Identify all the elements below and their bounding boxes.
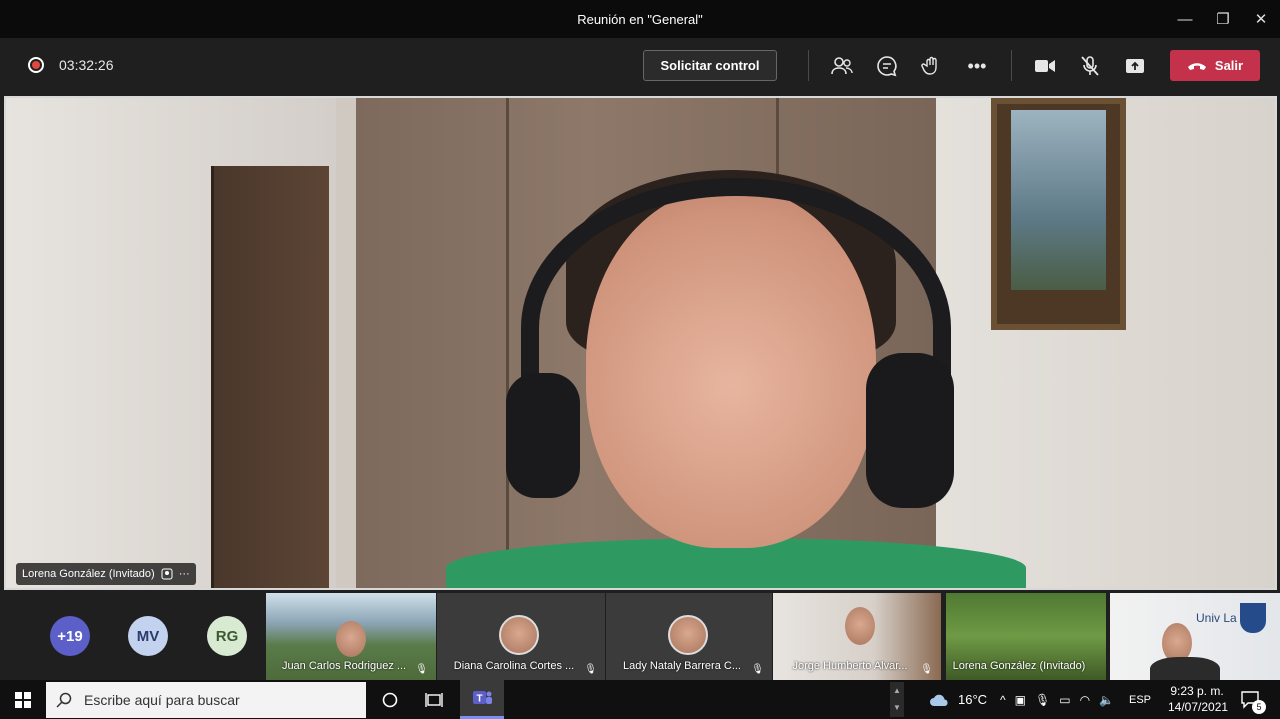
taskbar-scroll[interactable]: ▲ ▼ bbox=[890, 682, 904, 717]
maximize-button[interactable]: ❐ bbox=[1204, 0, 1242, 38]
taskbar-clock[interactable]: 9:23 p. m. 14/07/2021 bbox=[1168, 683, 1229, 715]
weather-temperature: 16°C bbox=[958, 692, 988, 707]
chat-button[interactable] bbox=[874, 53, 900, 79]
toolbar-divider bbox=[1011, 50, 1012, 81]
participant-tile[interactable]: Lady Nataly Barrera C... 🎙 bbox=[606, 593, 772, 680]
speaker-video bbox=[506, 158, 954, 588]
taskbar-search[interactable]: Escribe aquí para buscar bbox=[46, 682, 366, 718]
participant-name: Lady Nataly Barrera C... bbox=[623, 660, 741, 672]
svg-text:T: T bbox=[476, 694, 482, 705]
self-video-body bbox=[1150, 657, 1220, 680]
task-view-button[interactable] bbox=[412, 680, 456, 719]
mic-muted-icon: 🎙 bbox=[751, 664, 764, 675]
guest-icon bbox=[161, 568, 173, 580]
participant-tile[interactable]: Diana Carolina Cortes ... 🎙 bbox=[437, 593, 605, 680]
more-actions-button[interactable]: ••• bbox=[964, 53, 990, 79]
camera-button[interactable] bbox=[1032, 53, 1058, 79]
mic-muted-icon: 🎙 bbox=[415, 664, 428, 675]
background-door bbox=[211, 166, 329, 588]
notification-count-badge: 5 bbox=[1252, 700, 1266, 714]
window-controls: — ❐ ✕ bbox=[1166, 0, 1280, 38]
clock-time: 9:23 p. m. bbox=[1170, 684, 1224, 698]
avatar[interactable]: MV bbox=[128, 616, 168, 656]
window-title: Reunión en "General" bbox=[577, 11, 703, 27]
notification-center-button[interactable]: 5 bbox=[1240, 680, 1266, 719]
speaker-more-button[interactable]: ··· bbox=[179, 568, 190, 580]
chat-icon bbox=[877, 56, 897, 77]
search-icon bbox=[56, 692, 72, 708]
university-shield-icon bbox=[1240, 603, 1266, 633]
share-tray-icon bbox=[1126, 59, 1144, 73]
minimize-button[interactable]: — bbox=[1166, 0, 1204, 38]
reactions-button[interactable] bbox=[919, 53, 945, 79]
windows-logo-icon bbox=[15, 691, 31, 708]
close-button[interactable]: ✕ bbox=[1242, 0, 1280, 38]
self-video-tile[interactable]: Univ La S bbox=[1110, 593, 1280, 680]
hang-up-icon bbox=[1187, 62, 1206, 70]
participant-name: Juan Carlos Rodriguez ... bbox=[281, 660, 407, 672]
input-language[interactable]: ESP bbox=[1129, 694, 1151, 706]
teams-taskbar-button[interactable]: T bbox=[460, 680, 504, 719]
cortana-button[interactable] bbox=[368, 680, 412, 719]
more-participants-badge[interactable]: +19 bbox=[50, 616, 90, 656]
mic-off-icon bbox=[1081, 56, 1099, 76]
participant-name: Diana Carolina Cortes ... bbox=[453, 660, 575, 672]
start-button[interactable] bbox=[0, 680, 46, 719]
search-placeholder: Escribe aquí para buscar bbox=[84, 692, 240, 708]
recording-icon bbox=[28, 57, 44, 73]
cortana-icon bbox=[382, 692, 398, 707]
clock-date: 14/07/2021 bbox=[1168, 700, 1229, 714]
participants-button[interactable] bbox=[829, 53, 855, 79]
mic-muted-icon: 🎙 bbox=[920, 664, 933, 675]
raise-hand-icon bbox=[921, 56, 937, 75]
toolbar-divider bbox=[808, 50, 809, 81]
speaker-name: Lorena González (Invitado) bbox=[22, 568, 155, 580]
video-camera-icon bbox=[1035, 60, 1055, 72]
leave-button[interactable]: Salir bbox=[1170, 50, 1260, 81]
meeting-timer: 03:32:26 bbox=[59, 57, 114, 73]
main-video-stage[interactable]: Lorena González (Invitado) ··· bbox=[4, 96, 1277, 590]
leave-label: Salir bbox=[1214, 58, 1244, 73]
participant-strip: +19 MV RG Juan Carlos Rodriguez ... 🎙 Di… bbox=[0, 592, 1280, 680]
chevron-up-icon[interactable]: ^ bbox=[1000, 693, 1006, 707]
share-screen-button[interactable] bbox=[1122, 53, 1148, 79]
title-bar: Reunión en "General" — ❐ ✕ bbox=[0, 0, 1280, 38]
cloud-icon bbox=[930, 694, 948, 706]
mute-button[interactable] bbox=[1077, 53, 1103, 79]
participant-tile[interactable]: Juan Carlos Rodriguez ... 🎙 bbox=[266, 593, 436, 680]
background-painting bbox=[991, 98, 1126, 330]
meeting-toolbar: 03:32:26 Solicitar control ••• Salir bbox=[0, 38, 1280, 96]
microphone-icon[interactable]: 🎙 bbox=[1035, 693, 1050, 707]
wifi-icon[interactable]: ◠ bbox=[1080, 693, 1090, 707]
weather-widget[interactable]: 16°C bbox=[928, 680, 987, 719]
speaker-name-tag: Lorena González (Invitado) ··· bbox=[16, 563, 196, 585]
volume-icon[interactable]: 🔈 bbox=[1099, 693, 1114, 707]
participant-tile[interactable]: Lorena González (Invitado) bbox=[946, 593, 1106, 680]
request-control-button[interactable]: Solicitar control bbox=[643, 50, 777, 81]
participant-name: Jorge Humberto Alvar... bbox=[792, 660, 908, 672]
mic-muted-icon: 🎙 bbox=[584, 664, 597, 675]
avatar[interactable]: RG bbox=[207, 616, 247, 656]
people-icon bbox=[831, 57, 853, 75]
windows-taskbar: Escribe aquí para buscar T ▲ ▼ 16°C ^ ▣ 🎙… bbox=[0, 680, 1280, 719]
battery-icon[interactable]: ▭ bbox=[1059, 693, 1070, 707]
task-view-icon bbox=[425, 692, 443, 707]
meet-now-icon[interactable]: ▣ bbox=[1015, 693, 1026, 707]
participant-tile[interactable]: Jorge Humberto Alvar... 🎙 bbox=[773, 593, 941, 680]
teams-icon: T bbox=[473, 691, 492, 705]
system-tray: ^ ▣ 🎙 ▭ ◠ 🔈 ESP bbox=[1000, 680, 1151, 719]
participant-name: Lorena González (Invitado) bbox=[952, 660, 1086, 672]
